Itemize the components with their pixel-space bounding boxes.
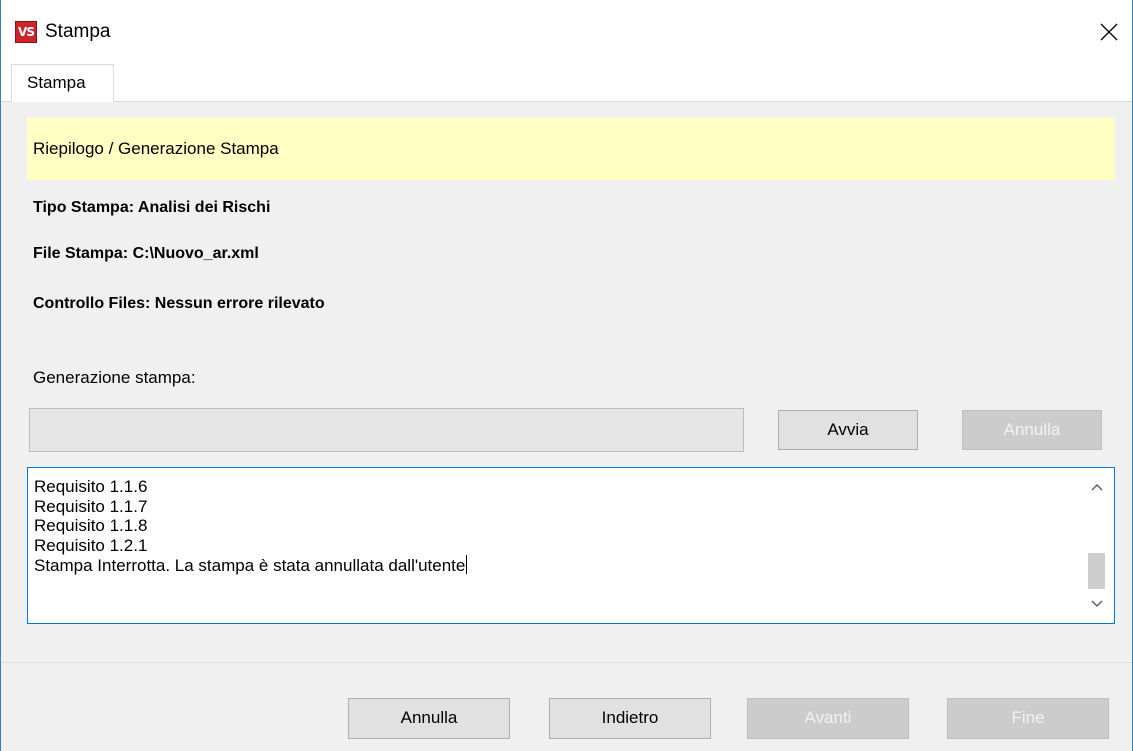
- log-line: Requisito 1.1.8: [34, 516, 148, 535]
- chevron-down-icon: [1091, 600, 1103, 608]
- print-dialog-window: VS Stampa Stampa Riepilogo / Generazione…: [0, 0, 1133, 751]
- cancel-generation-button[interactable]: Annulla: [962, 410, 1102, 450]
- log-lines: Requisito 1.1.6 Requisito 1.1.7 Requisit…: [34, 477, 468, 576]
- log-textarea[interactable]: Requisito 1.1.6 Requisito 1.1.7 Requisit…: [27, 467, 1115, 624]
- generation-progress-bar: [29, 408, 744, 452]
- close-icon: [1100, 23, 1118, 41]
- window-title: Stampa: [45, 21, 111, 42]
- start-button[interactable]: Avvia: [778, 410, 918, 450]
- close-button[interactable]: [1086, 0, 1132, 64]
- wizard-footer: Annulla Indietro Avanti Fine: [1, 662, 1132, 751]
- tab-stampa[interactable]: Stampa: [11, 64, 114, 103]
- scroll-up-button[interactable]: [1080, 472, 1114, 502]
- file-check-info: Controllo Files: Nessun errore rilevato: [33, 295, 325, 312]
- title-bar[interactable]: VS Stampa: [1, 0, 1132, 64]
- app-logo-icon: VS: [15, 21, 37, 43]
- print-type-info: Tipo Stampa: Analisi dei Rischi: [33, 199, 271, 216]
- log-scrollbar[interactable]: [1080, 468, 1114, 623]
- back-button[interactable]: Indietro: [549, 698, 711, 739]
- text-caret: [466, 555, 468, 574]
- generation-label: Generazione stampa:: [33, 368, 196, 387]
- log-line: Requisito 1.1.6: [34, 477, 148, 496]
- tab-strip: Stampa: [1, 64, 1132, 103]
- scroll-down-button[interactable]: [1080, 589, 1114, 619]
- log-line: Requisito 1.1.7: [34, 496, 148, 516]
- next-button[interactable]: Avanti: [747, 698, 909, 739]
- log-line: Requisito 1.2.1: [34, 535, 148, 555]
- chevron-up-icon: [1091, 483, 1103, 491]
- print-file-info: File Stampa: C:\Nuovo_ar.xml: [33, 245, 259, 262]
- log-line-text: Stampa Interrotta. La stampa è stata ann…: [34, 556, 466, 575]
- finish-button[interactable]: Fine: [947, 698, 1109, 739]
- summary-banner: Riepilogo / Generazione Stampa: [27, 118, 1115, 180]
- scroll-thumb[interactable]: [1088, 553, 1105, 589]
- log-line-last: Stampa Interrotta. La stampa è stata ann…: [34, 555, 468, 576]
- tab-panel-stampa: Riepilogo / Generazione Stampa Tipo Stam…: [11, 102, 1123, 662]
- annulla-button[interactable]: Annulla: [348, 698, 510, 739]
